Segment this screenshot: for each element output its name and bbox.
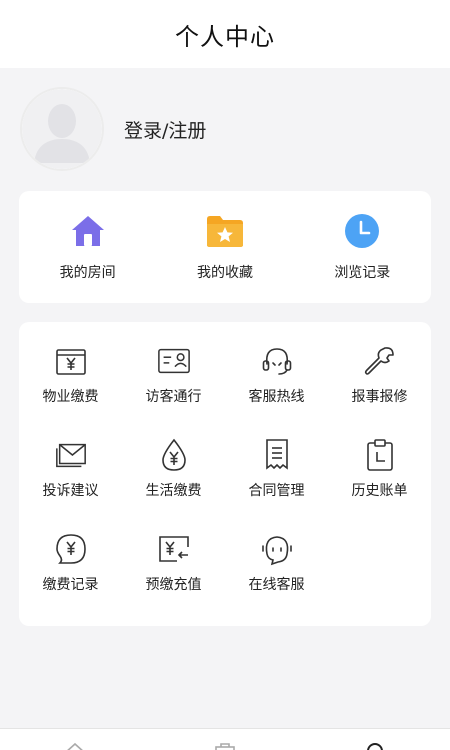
service-label: 历史账单 <box>351 483 408 499</box>
service-label: 缴费记录 <box>42 577 99 593</box>
bottom-tab-bar <box>0 728 450 750</box>
clipboard-clock-icon <box>363 438 397 472</box>
quick-access-card: 我的房间 我的收藏 浏览记录 <box>19 191 431 303</box>
house-icon <box>69 212 107 250</box>
top-header: 个人中心 <box>0 0 450 68</box>
service-property-fee[interactable]: 物业缴费 <box>19 344 122 438</box>
services-row: 缴费记录 预缴充值 在线客服 <box>19 532 431 626</box>
tab-services[interactable] <box>150 729 300 750</box>
quick-item-my-favorites[interactable]: 我的收藏 <box>156 191 293 303</box>
default-avatar-icon <box>22 89 102 169</box>
service-label: 在线客服 <box>248 577 305 593</box>
service-utility-payment[interactable]: 生活缴费 <box>122 438 225 532</box>
yen-drop-icon <box>157 438 191 472</box>
chat-bubble-icon <box>260 532 294 566</box>
page-title: 个人中心 <box>175 22 275 51</box>
service-complaint[interactable]: 投诉建议 <box>19 438 122 532</box>
yen-register-icon <box>54 344 88 378</box>
quick-item-browse-history[interactable]: 浏览记录 <box>294 191 431 303</box>
service-label: 预缴充值 <box>145 577 202 593</box>
service-label: 物业缴费 <box>42 389 99 405</box>
wrench-icon <box>363 344 397 378</box>
services-card: 物业缴费 访客通行 客服热线 报事报修 投诉建议 生活缴费 合同管理 历史账单 … <box>19 322 431 626</box>
quick-item-label: 我的收藏 <box>196 265 253 281</box>
home-icon <box>67 742 83 750</box>
profile-section: 登录/注册 <box>0 68 450 190</box>
service-prepay-topup[interactable]: 预缴充值 <box>122 532 225 626</box>
headset-icon <box>260 344 294 378</box>
service-repair-report[interactable]: 报事报修 <box>328 344 431 438</box>
tab-home[interactable] <box>0 729 150 750</box>
tab-profile[interactable] <box>300 729 450 750</box>
star-folder-icon <box>206 212 244 250</box>
service-visitor-access[interactable]: 访客通行 <box>122 344 225 438</box>
service-hotline[interactable]: 客服热线 <box>225 344 328 438</box>
avatar[interactable] <box>20 87 104 171</box>
service-label: 生活缴费 <box>145 483 202 499</box>
service-billing-history[interactable]: 历史账单 <box>328 438 431 532</box>
login-register-link[interactable]: 登录/注册 <box>124 116 206 143</box>
service-payment-records[interactable]: 缴费记录 <box>19 532 122 626</box>
service-label: 合同管理 <box>248 483 305 499</box>
quick-item-label: 我的房间 <box>59 265 116 281</box>
services-row: 投诉建议 生活缴费 合同管理 历史账单 <box>19 438 431 532</box>
services-row: 物业缴费 访客通行 客服热线 报事报修 <box>19 344 431 438</box>
envelope-icon <box>54 438 88 472</box>
briefcase-icon <box>215 743 235 750</box>
document-icon <box>260 438 294 472</box>
quick-item-label: 浏览记录 <box>334 265 391 281</box>
service-label: 投诉建议 <box>42 483 99 499</box>
clock-icon <box>343 212 381 250</box>
service-online-support[interactable]: 在线客服 <box>225 532 328 626</box>
service-contract-management[interactable]: 合同管理 <box>225 438 328 532</box>
service-label: 访客通行 <box>145 389 202 405</box>
service-label: 报事报修 <box>351 389 408 405</box>
visitor-card-icon <box>157 344 191 378</box>
yen-bubble-icon <box>54 532 88 566</box>
search-icon <box>367 743 383 750</box>
quick-item-my-room[interactable]: 我的房间 <box>19 191 156 303</box>
service-label: 客服热线 <box>248 389 305 405</box>
yen-card-icon <box>157 532 191 566</box>
